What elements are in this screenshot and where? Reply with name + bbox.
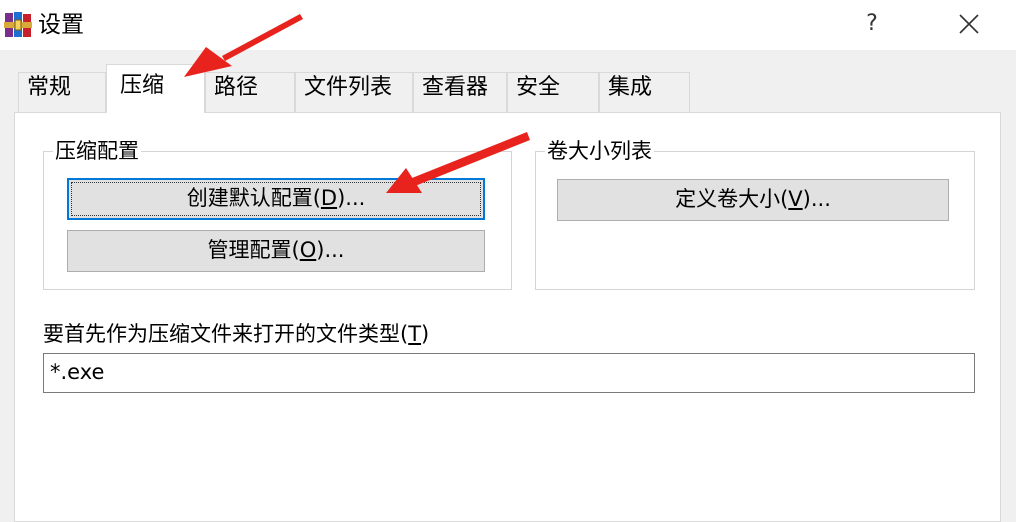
- tab-viewer[interactable]: 查看器: [413, 72, 507, 112]
- compression-profiles-label: 压缩配置: [53, 138, 141, 164]
- create-default-profile-button[interactable]: 创建默认配置(D)...: [67, 178, 485, 220]
- mnemonic: D: [320, 186, 338, 210]
- button-label: 创建默认配置(: [186, 186, 321, 210]
- tab-label: 安全: [516, 75, 561, 100]
- tab-integration[interactable]: 集成: [599, 72, 690, 112]
- manage-profiles-button[interactable]: 管理配置(O)...: [67, 230, 485, 272]
- button-suffix: )...: [316, 238, 345, 262]
- define-volume-sizes-button[interactable]: 定义卷大小(V)...: [557, 179, 949, 221]
- help-button[interactable]: ?: [850, 4, 894, 44]
- archive-types-input[interactable]: *.exe: [43, 353, 975, 393]
- button-suffix: )...: [802, 187, 831, 211]
- mnemonic: O: [299, 238, 317, 262]
- tab-security[interactable]: 安全: [507, 72, 599, 112]
- winrar-app-icon: [4, 12, 32, 37]
- tab-label: 压缩: [120, 73, 165, 98]
- mnemonic: V: [788, 187, 803, 211]
- close-icon: [959, 14, 979, 34]
- archive-types-label: 要首先作为压缩文件来打开的文件类型(T): [43, 321, 429, 347]
- title-bar: 设置 ?: [0, 0, 1016, 50]
- compression-tab-panel: 压缩配置 创建默认配置(D)... 管理配置(O)... 卷大小列表 定义卷大小…: [14, 112, 1001, 522]
- tab-label: 文件列表: [304, 75, 393, 100]
- tab-label: 常规: [27, 75, 72, 100]
- mnemonic: T: [408, 322, 422, 346]
- volume-sizes-label: 卷大小列表: [545, 138, 654, 164]
- tab-file-list[interactable]: 文件列表: [295, 72, 413, 112]
- window-title: 设置: [38, 12, 84, 38]
- tab-label: 路径: [214, 75, 259, 100]
- label-text: 要首先作为压缩文件来打开的文件类型(: [43, 322, 409, 346]
- tab-compression[interactable]: 压缩: [106, 64, 205, 113]
- close-button[interactable]: [944, 4, 994, 44]
- tab-label: 集成: [608, 75, 653, 100]
- tab-general[interactable]: 常规: [18, 72, 106, 112]
- button-label: 管理配置(: [207, 238, 300, 262]
- tab-paths[interactable]: 路径: [205, 72, 295, 112]
- label-suffix: ): [421, 322, 430, 346]
- tab-label: 查看器: [422, 75, 489, 100]
- button-suffix: )...: [337, 186, 366, 210]
- button-label: 定义卷大小(: [675, 187, 789, 211]
